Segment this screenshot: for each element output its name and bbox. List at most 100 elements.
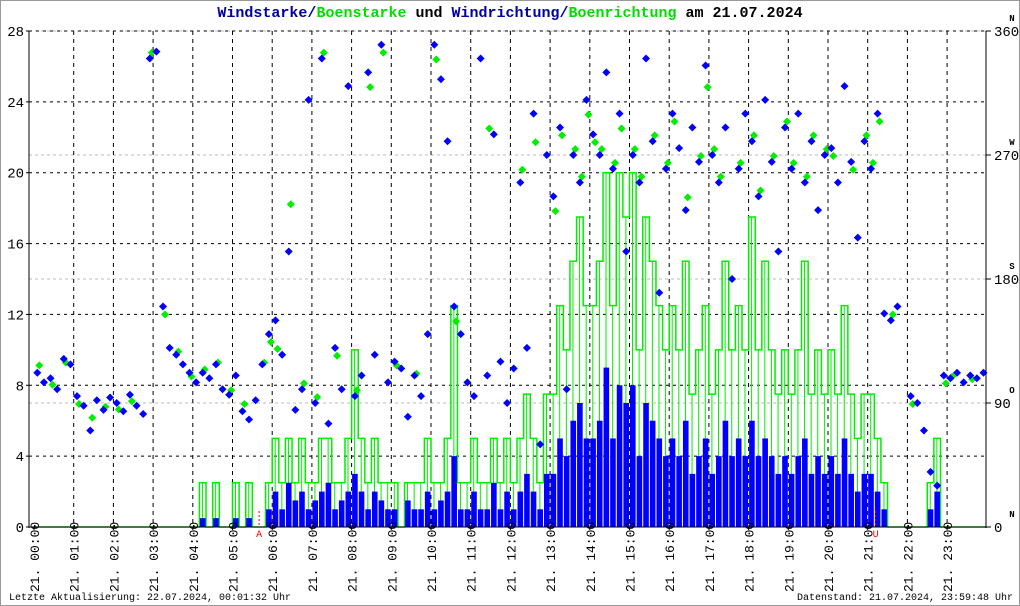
y-tick-label: 24 <box>7 96 24 112</box>
speed-bar <box>484 509 491 527</box>
gust-direction-point <box>266 338 275 346</box>
speed-bar <box>735 438 742 527</box>
speed-bar <box>352 473 358 527</box>
speed-bar <box>788 473 795 527</box>
direction-point <box>383 378 392 387</box>
speed-bar <box>934 491 940 527</box>
direction-point <box>238 407 247 416</box>
sun-marker-label: U <box>873 530 879 541</box>
speed-bar <box>418 509 424 527</box>
direction-point <box>681 206 690 215</box>
speed-bar <box>596 420 603 527</box>
x-tick-label: 21. 02:00 <box>107 522 122 592</box>
compass-label: O <box>1009 386 1015 396</box>
speed-bar <box>623 403 629 527</box>
x-tick-label: 21. 23:00 <box>941 522 956 592</box>
speed-bar <box>762 438 768 527</box>
direction-point <box>125 390 134 399</box>
direction-point <box>847 157 856 166</box>
y-tick-label: 4 <box>16 450 24 466</box>
gust-direction-point <box>531 138 540 147</box>
speed-bar <box>722 420 729 527</box>
y-tick-label: 16 <box>7 238 24 254</box>
gust-direction-point <box>617 124 626 133</box>
direction-point <box>774 247 783 256</box>
x-tick-label: 21. 09:00 <box>385 522 400 592</box>
direction-point <box>443 137 452 146</box>
direction-point <box>919 426 928 435</box>
direction-point <box>562 385 571 394</box>
direction-point <box>436 75 445 84</box>
gust-direction-point <box>670 117 679 126</box>
speed-bar <box>768 456 775 527</box>
direction-point <box>271 316 280 325</box>
direction-point <box>668 109 677 118</box>
speed-bar <box>775 473 782 527</box>
speed-bar <box>729 456 735 527</box>
speed-bar <box>365 509 371 527</box>
direction-point <box>522 343 531 352</box>
speed-bar <box>663 456 669 527</box>
gust-direction-point <box>286 200 295 209</box>
x-tick-label: 21. 14:00 <box>584 522 599 592</box>
speed-bar <box>246 518 252 527</box>
speed-bar <box>689 473 696 527</box>
x-tick-label: 21. 03:00 <box>147 522 162 592</box>
speed-bar <box>848 473 854 527</box>
y-tick-label: 0 <box>16 521 24 537</box>
direction-point <box>337 385 346 394</box>
gust-direction-point <box>941 379 950 388</box>
speed-bar <box>338 500 345 527</box>
direction-point <box>178 360 187 369</box>
x-tick-label: 21. 19:00 <box>782 522 797 592</box>
direction-point <box>622 247 631 256</box>
direction-point <box>509 364 518 373</box>
speed-bar <box>444 491 451 527</box>
direction-point <box>73 392 82 401</box>
speed-bar <box>530 491 537 527</box>
speed-bar <box>285 482 292 527</box>
gust-direction-point <box>161 310 170 319</box>
speed-bar <box>405 500 411 527</box>
speed-bar <box>603 367 610 527</box>
speed-bar <box>378 500 385 527</box>
compass-label: N <box>1009 14 1014 24</box>
direction-point <box>549 192 558 201</box>
x-tick-label: 21. 05:00 <box>227 522 242 592</box>
direction-point <box>880 309 889 318</box>
direction-point <box>218 385 227 394</box>
gust-direction-point <box>432 55 441 64</box>
gust-direction-point <box>35 361 44 370</box>
x-tick-label: 21. 07:00 <box>306 522 321 592</box>
direction-point <box>291 405 300 414</box>
direction-point <box>906 392 915 401</box>
direction-point <box>46 374 55 383</box>
gust-direction-point <box>683 193 692 202</box>
y2-tick-label: 270 <box>994 149 1019 165</box>
x-tick-label: 21. 20:00 <box>822 522 837 592</box>
speed-bar <box>828 456 835 527</box>
direction-point <box>589 130 598 139</box>
direction-point <box>344 82 353 91</box>
speed-bar <box>702 438 709 527</box>
speed-bar <box>411 509 418 527</box>
speed-bar <box>669 438 676 527</box>
direction-point <box>602 68 611 77</box>
compass-label: N <box>1009 510 1014 520</box>
direction-point <box>278 350 287 359</box>
direction-point <box>483 371 492 380</box>
direction-point <box>615 109 624 118</box>
direction-point <box>542 151 551 159</box>
direction-point <box>423 330 432 339</box>
speed-bar <box>524 473 530 527</box>
x-tick-label: 21. 08:00 <box>346 522 361 592</box>
speed-bar <box>345 491 352 527</box>
gust-direction-point <box>703 83 712 92</box>
speed-bar <box>213 518 219 527</box>
gust-direction-point <box>273 344 282 353</box>
speed-bar <box>491 482 497 527</box>
speed-bar <box>881 509 888 527</box>
speed-bar <box>292 500 299 527</box>
gust-direction-point <box>88 413 97 422</box>
speed-bar <box>332 509 338 527</box>
